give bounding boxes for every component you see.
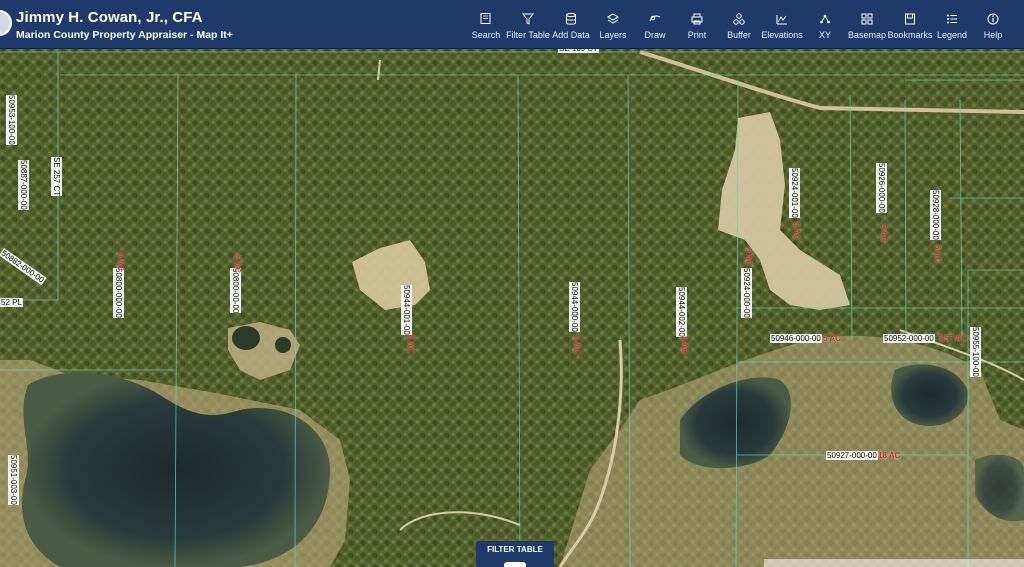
buffer-button[interactable]: Buffer [718, 0, 760, 48]
draw-button[interactable]: Draw [634, 0, 676, 48]
draw-icon [648, 12, 662, 26]
street-label-52-pl: 52 PL [0, 298, 23, 307]
elevation-icon [775, 12, 789, 26]
search-icon [479, 12, 493, 26]
acre-label: 3.57 AC [938, 334, 968, 343]
filter-table-handle[interactable] [504, 562, 526, 567]
draw-label: Draw [644, 30, 666, 40]
parcel-label-50951[interactable]: 50951-003-00 [8, 455, 19, 505]
help-button[interactable]: Help [972, 0, 1014, 48]
parcel-label-50946[interactable]: 50946-000-00 [770, 334, 822, 343]
acre-label: 5 AC [116, 253, 125, 271]
app-title: Jimmy H. Cowan, Jr., CFA [16, 9, 203, 26]
printer-icon [690, 12, 704, 26]
add-data-label: Add Data [552, 30, 590, 40]
parcel-label-50944-002[interactable]: 50944-002-00 [676, 287, 687, 337]
xy-button[interactable]: XY [804, 0, 846, 48]
app-header: Jimmy H. Cowan, Jr., CFA Marion County P… [0, 0, 1024, 49]
parcel-label-50924-001[interactable]: 50924-001-00 [789, 168, 800, 218]
acre-label: 5 AC [823, 334, 841, 343]
database-icon [564, 12, 578, 26]
acre-label: 5 AC [744, 248, 753, 266]
parcel-label-50952[interactable]: 50952-000-00 [883, 334, 935, 343]
search-label: Search [471, 30, 501, 40]
parcel-label-50928[interactable]: 50928-000-00 [930, 190, 941, 240]
parcel-label-50926[interactable]: 50926-000-00 [876, 163, 887, 213]
acre-label: 18 AC [878, 451, 901, 460]
parcel-label-50924[interactable]: 50924-000-00 [741, 268, 752, 318]
parcel-label-50955[interactable]: 50955-100-00 [970, 327, 981, 377]
elevations-label: Elevations [761, 30, 803, 40]
parcel-label-50927[interactable]: 50927-000-00 [826, 451, 878, 460]
acre-label: 5 AC [572, 336, 581, 354]
parcel-label-50953[interactable]: 50953-100-00 [6, 95, 17, 145]
filter-table-label: Filter Table [506, 30, 550, 40]
parcel-label-50944[interactable]: 50944-000-00 [569, 282, 580, 332]
parcel-label-50800-b[interactable]: 50800-00-00 [230, 268, 241, 314]
basemap-icon [860, 12, 874, 26]
acre-label: 5 AC [233, 255, 242, 273]
street-label-se-257-ct: SE 257 CT [51, 157, 62, 197]
buffer-label: Buffer [727, 30, 751, 40]
map-attribution [764, 559, 1024, 567]
print-button[interactable]: Print [676, 0, 718, 48]
layers-label: Layers [599, 30, 627, 40]
buffer-icon [732, 12, 746, 26]
toolbar: Search Filter Table Add Data Layers Draw… [466, 0, 1014, 48]
xy-label: XY [818, 30, 831, 40]
county-seal-logo [0, 10, 12, 36]
acre-label: 5 AC [879, 224, 888, 242]
basemap-button[interactable]: Basemap [846, 0, 888, 48]
xy-icon [818, 12, 832, 26]
filter-table-tab[interactable]: FILTER TABLE [476, 541, 554, 567]
acre-label: 5 AC [792, 222, 801, 240]
help-icon [986, 12, 1000, 26]
acre-label: 5 AC [406, 335, 415, 353]
filter-table-button[interactable]: Filter Table [506, 0, 550, 48]
bookmark-icon [903, 12, 917, 26]
legend-label: Legend [936, 30, 968, 40]
filter-icon [521, 12, 535, 26]
print-label: Print [687, 30, 707, 40]
legend-button[interactable]: Legend [932, 0, 972, 48]
elevations-button[interactable]: Elevations [760, 0, 804, 48]
app-subtitle: Marion County Property Appraiser - Map I… [16, 29, 233, 41]
bookmarks-label: Bookmarks [887, 30, 933, 40]
search-button[interactable]: Search [466, 0, 506, 48]
add-data-button[interactable]: Add Data [550, 0, 592, 48]
legend-icon [945, 12, 959, 26]
parcel-label-50800[interactable]: 50800-000-00 [113, 268, 124, 318]
layers-button[interactable]: Layers [592, 0, 634, 48]
map-view[interactable]: 50946-000-00 50952-000-00 50927-000-00 5… [0, 0, 1024, 567]
aerial-imagery [0, 0, 1024, 567]
acre-label: 5 AC [680, 336, 689, 354]
acre-label: 5 AC [933, 245, 942, 263]
bookmarks-button[interactable]: Bookmarks [887, 0, 933, 48]
parcel-label-50887[interactable]: 50887-000-00 [18, 160, 29, 210]
filter-table-tab-label: FILTER TABLE [487, 545, 543, 554]
layers-icon [606, 12, 620, 26]
basemap-label: Basemap [847, 30, 887, 40]
parcel-label-50944-001[interactable]: 50944-001-00 [401, 285, 412, 335]
help-label: Help [983, 30, 1003, 40]
